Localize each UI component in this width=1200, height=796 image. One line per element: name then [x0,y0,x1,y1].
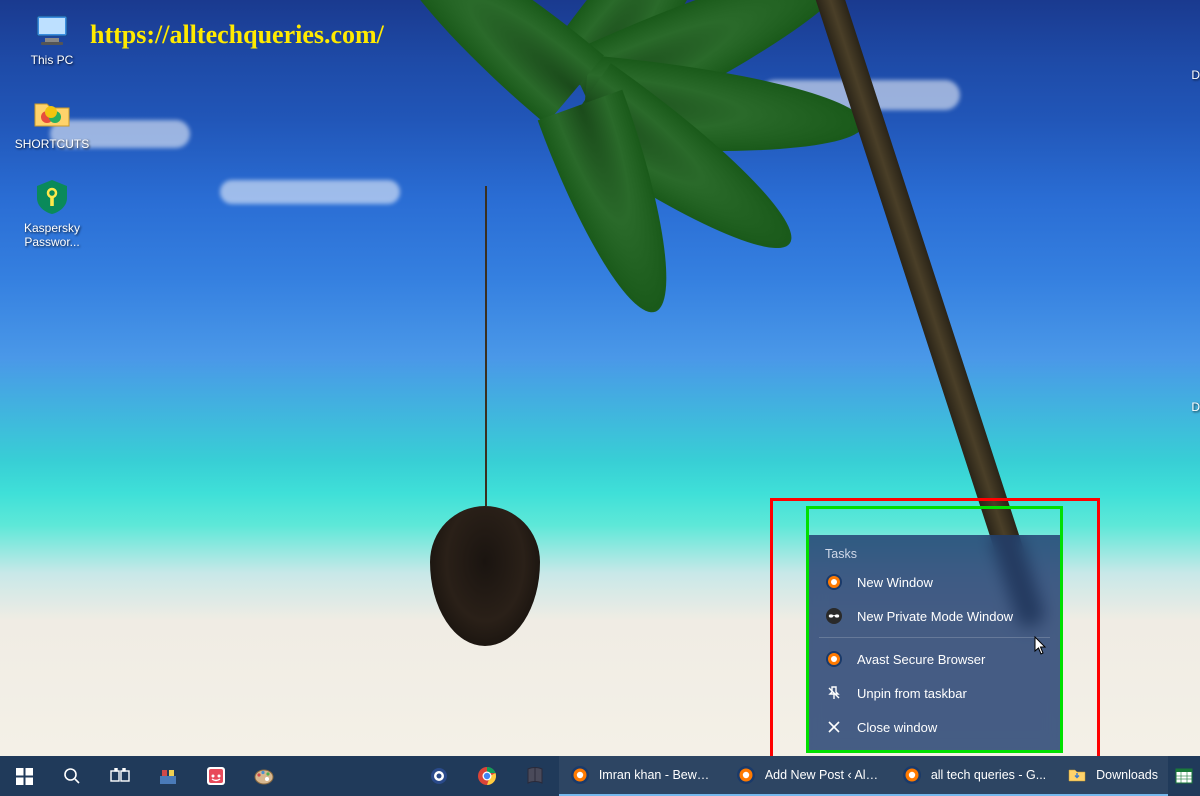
taskbar-app-label: Downloads [1096,768,1158,782]
this-pc-icon [31,8,73,50]
right-edge-label: D [1191,68,1200,82]
jumplist-item-unpin[interactable]: Unpin from taskbar [809,676,1060,710]
taskbar-pinned-app[interactable] [144,756,192,796]
menu-separator [819,637,1050,638]
desktop-icon-label: Kaspersky Passwor... [14,222,90,250]
jumplist-item-label: Avast Secure Browser [857,652,985,667]
cloud-decoration [220,180,400,204]
taskbar-tray-excel-icon[interactable] [1168,756,1200,796]
private-mode-icon [825,607,843,625]
folder-icon [1066,764,1088,786]
close-icon [825,718,843,736]
kaspersky-icon [31,176,73,218]
shortcuts-folder-icon [31,92,73,134]
avast-browser-icon [901,764,923,786]
taskbar-app-label: all tech queries - G... [931,768,1046,782]
palm-frond [362,0,604,124]
desktop-icon-label: SHORTCUTS [15,138,89,152]
taskbar: Imran khan - Bewaf... Add New Post ‹ All… [0,756,1200,796]
jumplist-item-close-window[interactable]: Close window [809,710,1060,744]
jumplist-item-label: Unpin from taskbar [857,686,967,701]
taskbar-app-label: Add New Post ‹ All ... [765,768,881,782]
jumplist-section-header: Tasks [809,541,1060,565]
taskbar-pinned-paint-app[interactable] [240,756,288,796]
jumplist-item-label: Close window [857,720,937,735]
jumplist-item-label: New Private Mode Window [857,609,1013,624]
taskbar-chrome-app[interactable] [463,756,511,796]
avast-browser-icon [569,764,591,786]
jumplist-item-label: New Window [857,575,933,590]
taskbar-jumplist: Tasks New Window New Private Mode Window… [809,535,1060,750]
desktop-icon-shortcuts[interactable]: SHORTCUTS [14,92,90,152]
avast-browser-icon [735,764,757,786]
taskbar-app-downloads[interactable]: Downloads [1056,756,1168,796]
taskbar-pinned-app[interactable] [415,756,463,796]
start-button[interactable] [0,756,48,796]
desktop[interactable]: This PC SHORTCUTS Kaspersky Passwor... h… [0,0,1200,796]
taskbar-app-imran[interactable]: Imran khan - Bewaf... [559,756,725,796]
watermark-url: https://alltechqueries.com/ [90,20,384,50]
avast-browser-icon [825,573,843,591]
taskbar-pinned-app[interactable] [192,756,240,796]
task-view-button[interactable] [96,756,144,796]
avast-browser-icon [825,650,843,668]
jumplist-item-new-private-window[interactable]: New Private Mode Window [809,599,1060,633]
taskbar-pinned-app[interactable] [511,756,559,796]
taskbar-app-label: Imran khan - Bewaf... [599,768,715,782]
taskbar-app-addnew[interactable]: Add New Post ‹ All ... [725,756,891,796]
desktop-icon-label: This PC [31,54,74,68]
taskbar-app-alltech[interactable]: all tech queries - G... [891,756,1056,796]
desktop-icon-this-pc[interactable]: This PC [14,8,90,68]
desktop-icon-kaspersky[interactable]: Kaspersky Passwor... [14,176,90,250]
jumplist-item-app[interactable]: Avast Secure Browser [809,642,1060,676]
hanging-chair [430,506,540,646]
right-edge-label: D [1191,400,1200,414]
unpin-icon [825,684,843,702]
search-button[interactable] [48,756,96,796]
jumplist-item-new-window[interactable]: New Window [809,565,1060,599]
